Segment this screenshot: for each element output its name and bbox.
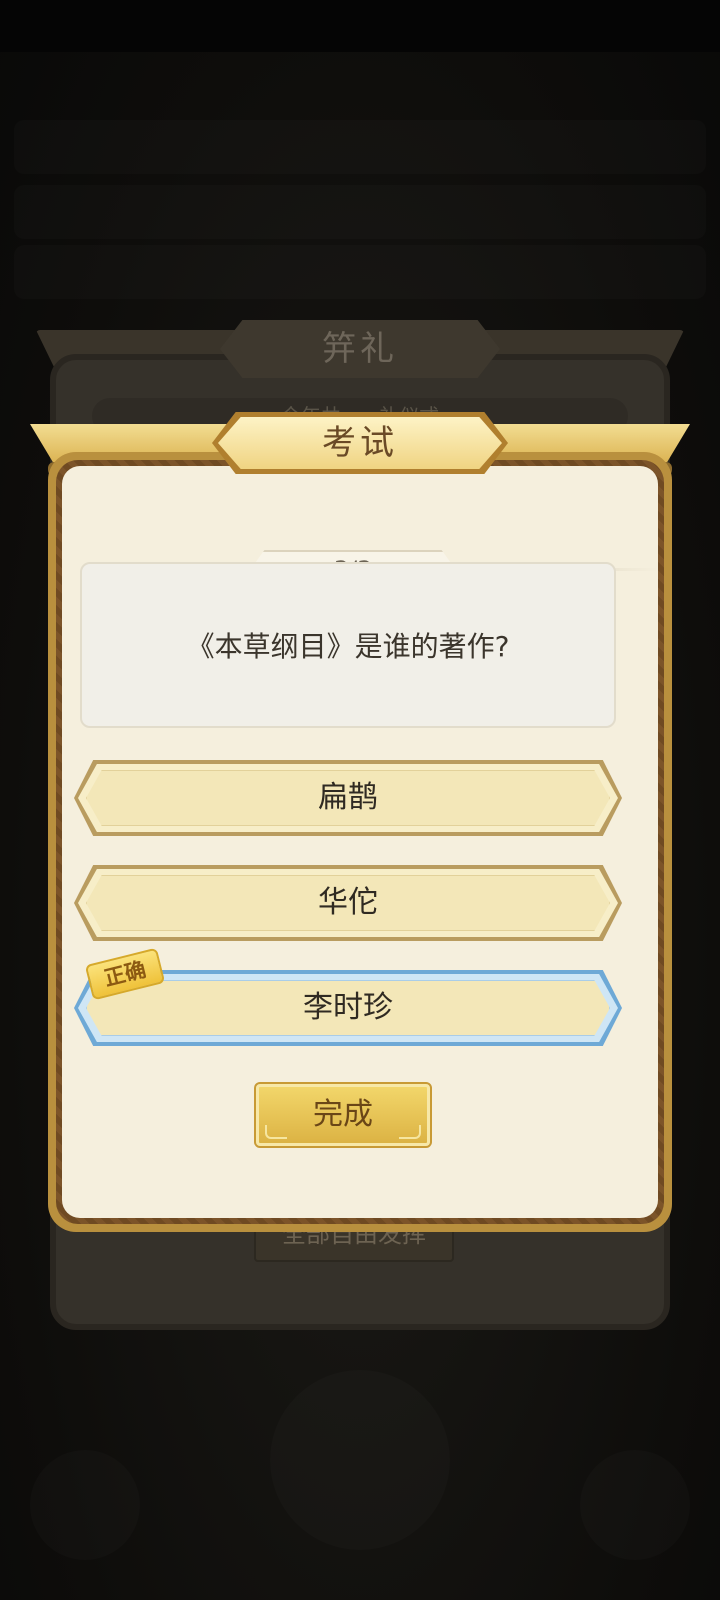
dialog-frame: 3/3 《本草纲目》是谁的著作? 扁鹊 华佗	[48, 452, 672, 1232]
answer-option-3-correct[interactable]: 李时珍 正确	[74, 947, 622, 1046]
background-row	[14, 245, 706, 299]
answer-option-label: 扁鹊	[318, 780, 378, 815]
answer-option-2[interactable]: 华佗	[74, 865, 622, 941]
done-button[interactable]: 完成	[254, 1082, 432, 1148]
background-row	[14, 185, 706, 239]
background-circle	[270, 1370, 450, 1550]
done-button-label: 完成	[313, 1097, 373, 1132]
button-corner-ornament	[265, 1125, 287, 1139]
question-card: 《本草纲目》是谁的著作?	[80, 562, 616, 728]
exam-dialog: 3/3 《本草纲目》是谁的著作? 扁鹊 华佗	[30, 412, 690, 1232]
background-circle	[30, 1450, 140, 1560]
answer-option-1[interactable]: 扁鹊	[74, 760, 622, 836]
dialog-frame-border: 3/3 《本草纲目》是谁的著作? 扁鹊 华佗	[56, 460, 664, 1224]
game-screen: 笄礼 今年共......礼仪式 全部自由发挥 3/3 《本草纲目》是谁的著作?	[0, 0, 720, 1600]
dialog-title: 考试	[322, 423, 398, 463]
back-dialog-title: 笄礼	[322, 329, 398, 369]
button-corner-ornament	[399, 1125, 421, 1139]
answer-option-label: 华佗	[318, 885, 378, 920]
background-row	[14, 120, 706, 174]
status-bar	[0, 0, 720, 52]
dialog-body: 3/3 《本草纲目》是谁的著作? 扁鹊 华佗	[62, 466, 658, 1218]
background-circle	[580, 1450, 690, 1560]
question-text: 《本草纲目》是谁的著作?	[186, 630, 510, 663]
